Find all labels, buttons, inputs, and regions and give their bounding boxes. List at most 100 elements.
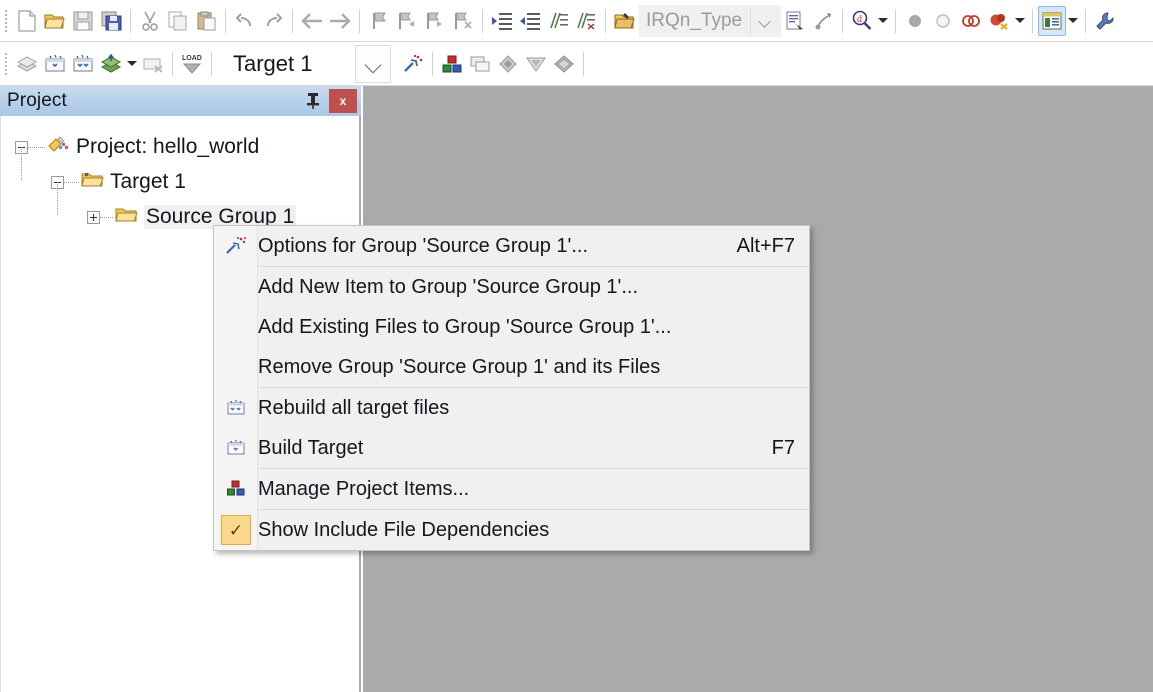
keil-uvision-window: IRQn_Type d LOAD Target 1 Project x Proj… — [0, 0, 1153, 692]
configure-wrench-icon[interactable] — [1091, 6, 1119, 36]
expander-expand-icon[interactable] — [87, 210, 100, 224]
toolbar-grip[interactable] — [2, 50, 11, 77]
tree-connector — [28, 146, 46, 148]
menu-item-label: Rebuild all target files — [258, 396, 450, 419]
batch-build-icon[interactable] — [97, 49, 125, 79]
rebuild-icon[interactable] — [69, 49, 97, 79]
toolbar-separator — [130, 8, 131, 33]
target-folder-icon — [80, 170, 104, 195]
find-dropdown-arrow[interactable] — [876, 7, 890, 35]
project-icon — [46, 134, 70, 161]
target-options-icon[interactable] — [399, 49, 427, 79]
menu-item-icon-placeholder — [214, 307, 258, 347]
navigate-forward-icon[interactable] — [326, 6, 354, 36]
menu-item-add-new-item[interactable]: Add New Item to Group 'Source Group 1'..… — [214, 267, 809, 307]
breakpoints-disable-all-icon[interactable] — [957, 6, 985, 36]
menu-item-add-existing-files[interactable]: Add Existing Files to Group 'Source Grou… — [214, 307, 809, 347]
undo-icon[interactable] — [231, 6, 259, 36]
bookmark-clear-icon[interactable] — [449, 6, 477, 36]
toolbar-separator — [583, 51, 584, 76]
navigate-back-icon[interactable] — [298, 6, 326, 36]
breakpoints-dropdown-arrow[interactable] — [1013, 7, 1027, 35]
pin-icon[interactable] — [302, 89, 324, 113]
manage-project-items-icon — [214, 469, 258, 509]
toolbar-separator — [432, 51, 433, 76]
back-to-reference-icon[interactable] — [809, 6, 837, 36]
project-panel-titlebar: Project x — [0, 86, 361, 116]
target-combo-value: Target 1 — [233, 50, 313, 76]
manage-windows-icon[interactable] — [1038, 5, 1067, 36]
menu-item-rebuild-all-target-files[interactable]: Rebuild all target files — [214, 388, 809, 428]
uncomment-icon[interactable] — [572, 6, 600, 36]
menu-item-label: Build Target — [258, 436, 364, 459]
toolbar-separator — [842, 8, 844, 33]
project-panel-title: Project — [7, 90, 67, 111]
svg-text:LOAD: LOAD — [182, 55, 202, 62]
menu-item-show-include-file-dependencies[interactable]: ✓ Show Include File Dependencies — [214, 510, 809, 550]
pack-installer-icon[interactable] — [494, 49, 522, 79]
toolbar-separator — [1085, 8, 1087, 33]
menu-item-icon-placeholder — [214, 267, 258, 307]
menu-item-manage-project-items[interactable]: Manage Project Items... — [214, 469, 809, 509]
toolbar-separator — [1032, 8, 1034, 33]
batch-build-dropdown-arrow[interactable] — [125, 50, 139, 78]
copy-icon[interactable] — [164, 6, 192, 36]
toolbar-grip[interactable] — [2, 7, 11, 34]
paste-icon[interactable] — [192, 6, 220, 36]
goto-definition-icon[interactable] — [781, 6, 809, 36]
menu-item-label: Manage Project Items... — [258, 477, 470, 500]
rebuild-icon — [214, 388, 258, 428]
symbol-combo[interactable]: IRQn_Type — [639, 4, 782, 37]
menu-item-label: Add New Item to Group 'Source Group 1'..… — [258, 275, 639, 298]
cut-icon[interactable] — [136, 6, 164, 36]
indent-left-icon[interactable] — [516, 6, 544, 36]
toolbar-separator — [172, 51, 173, 76]
bookmark-prev-icon[interactable] — [393, 6, 421, 36]
symbol-dropdown-arrow[interactable] — [750, 5, 781, 36]
manage-run-time-env-icon[interactable] — [522, 49, 550, 79]
menu-item-shortcut: F7 — [771, 436, 795, 459]
save-all-icon[interactable] — [97, 6, 125, 36]
bookmark-toggle-icon[interactable] — [365, 6, 393, 36]
main-toolbar: IRQn_Type d — [0, 0, 1153, 42]
menu-item-options-for-group[interactable]: Options for Group 'Source Group 1'... Al… — [214, 226, 809, 266]
indent-right-icon[interactable] — [488, 6, 516, 36]
toolbar-separator — [359, 8, 360, 33]
manage-windows-dropdown-arrow[interactable] — [1066, 7, 1080, 35]
target-combo[interactable]: Target 1 — [223, 44, 391, 83]
build-icon[interactable] — [41, 49, 69, 79]
breakpoint-disabled-icon[interactable] — [901, 6, 929, 36]
find-in-files-icon[interactable]: d — [848, 6, 876, 36]
breakpoint-toggle-icon[interactable] — [929, 6, 957, 36]
new-file-icon[interactable] — [13, 6, 41, 36]
tree-connector — [64, 181, 80, 183]
open-browse-icon[interactable] — [611, 6, 639, 36]
menu-item-check-slot: ✓ — [214, 510, 258, 550]
stop-build-icon[interactable] — [139, 49, 167, 79]
tree-item-target[interactable]: Target 1 — [51, 165, 186, 199]
target-dropdown-arrow[interactable] — [355, 44, 391, 83]
tree-item-project[interactable]: Project: hello_world — [15, 130, 259, 164]
open-file-icon[interactable] — [41, 6, 69, 36]
menu-item-remove-group[interactable]: Remove Group 'Source Group 1' and its Fi… — [214, 347, 809, 387]
comment-icon[interactable] — [544, 6, 572, 36]
download-icon[interactable]: LOAD — [178, 49, 206, 79]
toolbar-separator — [225, 8, 226, 33]
select-software-packs-icon[interactable] — [550, 49, 578, 79]
redo-icon[interactable] — [259, 6, 287, 36]
close-icon[interactable]: x — [329, 89, 357, 113]
menu-item-label: Show Include File Dependencies — [258, 518, 550, 541]
translate-icon[interactable] — [13, 49, 41, 79]
toolbar-separator — [895, 8, 897, 33]
breakpoints-kill-all-icon[interactable] — [985, 6, 1013, 36]
multi-project-icon[interactable] — [466, 49, 494, 79]
manage-project-items-icon[interactable] — [438, 49, 466, 79]
menu-item-build-target[interactable]: Build Target F7 — [214, 428, 809, 468]
tree-connector — [100, 216, 114, 218]
build-toolbar: LOAD Target 1 — [0, 42, 1153, 86]
bookmark-next-icon[interactable] — [421, 6, 449, 36]
symbol-combo-value: IRQn_Type — [646, 9, 743, 31]
save-icon[interactable] — [69, 6, 97, 36]
tree-connector — [57, 182, 58, 216]
tree-item-label: Target 1 — [110, 170, 186, 193]
